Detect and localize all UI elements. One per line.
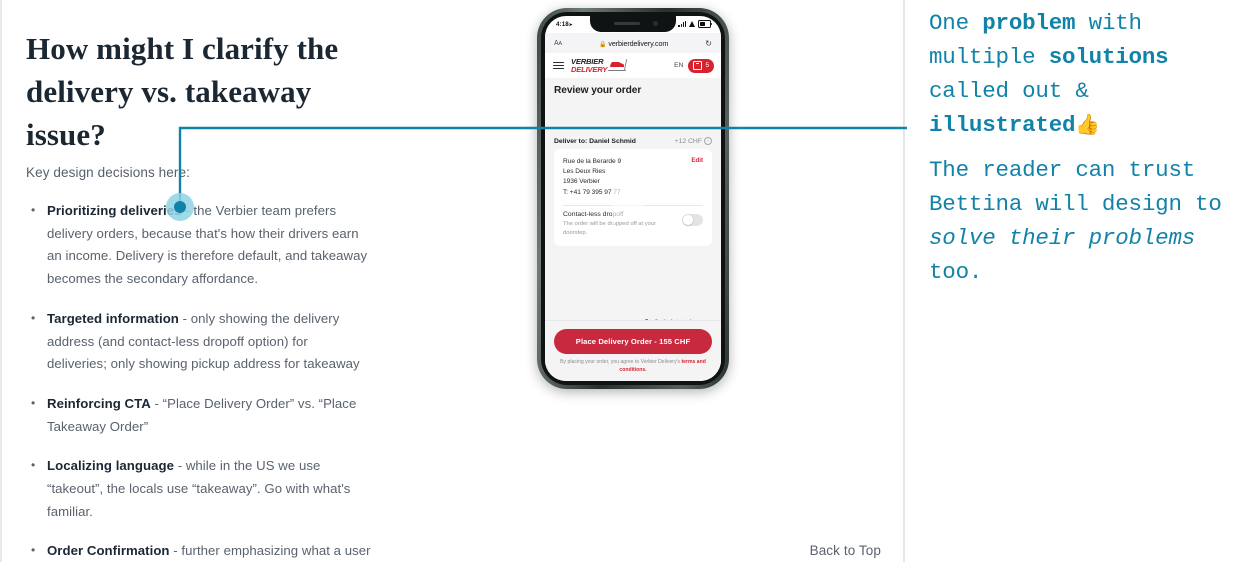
document-panel: How might I clarify the delivery vs. tak… <box>0 0 905 562</box>
reload-icon[interactable]: ↻ <box>705 39 712 48</box>
phone-notch <box>590 16 676 32</box>
list-item-term: Localizing language <box>47 458 174 474</box>
status-time: 4:18➤ <box>556 21 573 28</box>
design-decisions-list: Prioritizing deliveries - the Verbier te… <box>26 199 371 562</box>
list-item-term: Order Confirmation <box>47 543 170 559</box>
order-review-body: Review your order Deliver to: Daniel Sch… <box>545 78 721 381</box>
cellular-signal-icon <box>678 20 686 27</box>
note1-bold-solutions: solutions <box>1048 44 1169 70</box>
note1-bold-illustrated: illustrated <box>929 112 1076 138</box>
note2-pre: The reader can trust Bettina will design… <box>929 157 1235 217</box>
cart-count: 5 <box>705 62 709 69</box>
list-item: Prioritizing deliveries - the Verbier te… <box>26 199 371 291</box>
cta-footer: Place Delivery Order - 155 CHF By placin… <box>545 320 721 381</box>
legal-prefix: By placing your order, you agree to Verb… <box>560 359 682 366</box>
thumbs-up-icon: 👍 <box>1075 115 1101 138</box>
annotation-note-2: The reader can trust Bettina will design… <box>929 153 1240 289</box>
contactless-toggle[interactable] <box>682 214 703 227</box>
list-item: Order Confirmation - further emphasizing… <box>26 539 371 562</box>
note2-italic: solve their problems <box>929 225 1196 251</box>
place-order-button[interactable]: Place Delivery Order - 155 CHF <box>554 329 712 355</box>
site-header: VERBIER DELIVERY EN 5 <box>545 53 721 79</box>
phone-mockup: 4:18➤ AA 🔒 verbierdelivery.com ↻ VERBIER… <box>537 8 729 389</box>
surcharge-group: +12 CHF i <box>675 137 712 145</box>
list-item: Targeted information - only showing the … <box>26 307 371 376</box>
brand-logo[interactable]: VERBIER DELIVERY <box>571 58 607 73</box>
deliver-to-label: Deliver to: Daniel Schmid <box>554 137 636 145</box>
brand-line-2: DELIVERY <box>571 64 608 74</box>
battery-icon <box>698 20 713 28</box>
note1-bold-problem: problem <box>982 10 1076 36</box>
annotation-panel: One problem with multiple solutions call… <box>907 0 1240 562</box>
wifi-icon <box>688 20 696 27</box>
url-text[interactable]: 🔒 verbierdelivery.com <box>562 39 705 48</box>
page-root: How might I clarify the delivery vs. tak… <box>0 0 1240 562</box>
location-arrow-icon: ➤ <box>568 22 573 27</box>
list-item: Localizing language - while in the US we… <box>26 454 371 523</box>
list-item: Reinforcing CTA - “Place Delivery Order”… <box>26 392 371 438</box>
list-item-term: Reinforcing CTA <box>47 395 151 411</box>
surcharge-amount: +12 CHF <box>674 137 702 145</box>
lock-icon: 🔒 <box>598 41 607 48</box>
legal-text: By placing your order, you agree to Verb… <box>554 359 712 374</box>
annotation-marker-dot[interactable] <box>174 201 186 213</box>
hamburger-menu-icon[interactable] <box>553 59 564 71</box>
note1-pre: One <box>929 10 983 36</box>
text-size-icon[interactable]: AA <box>554 40 562 47</box>
snowmobile-logo-icon <box>608 59 628 72</box>
earpiece-speaker <box>614 22 640 25</box>
order-heading: Review your order <box>554 85 642 96</box>
cart-button[interactable]: 5 <box>688 58 714 73</box>
edit-address-button[interactable]: Edit <box>691 157 703 164</box>
shopping-bag-icon <box>693 60 703 71</box>
front-camera <box>653 21 658 26</box>
play-button-icon[interactable] <box>612 172 654 225</box>
deliver-to-row: Deliver to: Daniel Schmid +12 CHF i <box>554 137 712 145</box>
list-item-term: Targeted information <box>47 310 179 326</box>
page-title: How might I clarify the delivery vs. tak… <box>26 30 339 152</box>
annotation-note-1: One problem with multiple solutions call… <box>929 6 1240 144</box>
list-item-term: Prioritizing deliveries <box>47 203 182 218</box>
language-selector[interactable]: EN <box>674 62 683 69</box>
info-icon[interactable]: i <box>704 137 712 145</box>
safari-url-bar[interactable]: AA 🔒 verbierdelivery.com ↻ <box>545 33 721 54</box>
address-line: Rue de la Berarde 9 <box>563 158 622 165</box>
url-host: verbierdelivery.com <box>608 38 669 48</box>
status-indicators <box>678 20 713 28</box>
phone-screen: 4:18➤ AA 🔒 verbierdelivery.com ↻ VERBIER… <box>545 16 721 381</box>
intro-text: Key design decisions here: <box>26 165 190 180</box>
status-time-value: 4:18 <box>556 21 569 28</box>
back-to-top-link[interactable]: Back to Top <box>810 543 881 558</box>
